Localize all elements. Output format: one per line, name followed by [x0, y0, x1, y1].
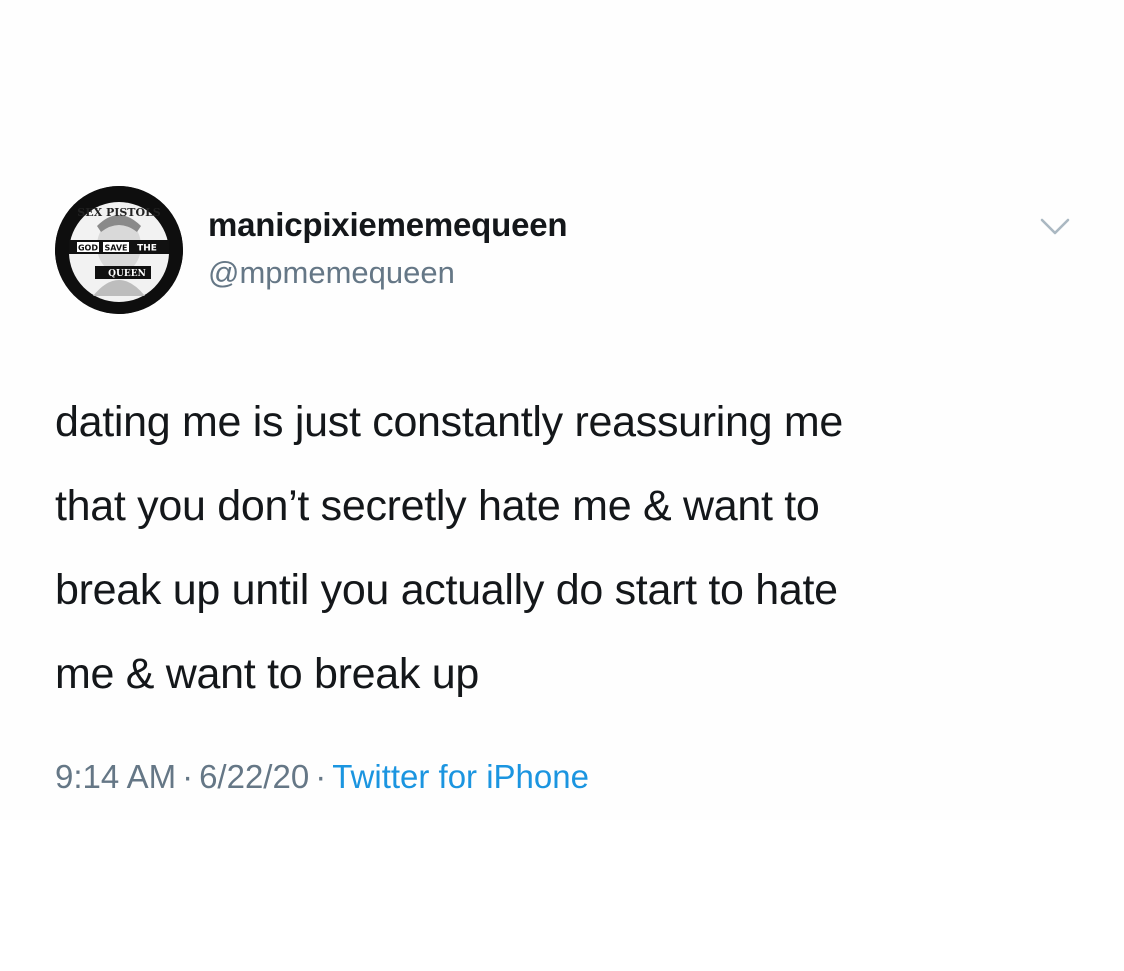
chevron-down-icon: [1040, 218, 1070, 235]
avatar-bottom-text: QUEEN: [108, 269, 146, 279]
avatar[interactable]: SEX PISTOLS GOD SAVE THE QUEEN: [55, 186, 183, 314]
tweet-menu-button[interactable]: [1036, 214, 1074, 240]
tweet-text-line: me & want to break up: [55, 650, 479, 698]
user-handle[interactable]: @mpmemequeen: [208, 255, 455, 291]
tweet-text-line: that you don’t secretly hate me & want t…: [55, 482, 820, 530]
meta-separator: ·: [315, 758, 327, 795]
avatar-middle-text: SAVE: [104, 244, 127, 253]
tweet-source-link[interactable]: Twitter for iPhone: [332, 758, 589, 795]
tweet-text-line: break up until you actually do start to …: [55, 566, 838, 614]
tweet-card: SEX PISTOLS GOD SAVE THE QUEEN manicpixi…: [0, 0, 1124, 820]
avatar-left-text: GOD: [78, 244, 98, 253]
tweet-text: dating me is just constantly reassuring …: [55, 380, 1085, 716]
display-name[interactable]: manicpixiememequeen: [208, 206, 568, 244]
meta-separator: ·: [182, 758, 194, 795]
tweet-time[interactable]: 9:14 AM: [55, 758, 176, 795]
avatar-top-text: SEX PISTOLS: [77, 206, 161, 219]
tweet-text-line: dating me is just constantly reassuring …: [55, 398, 844, 446]
avatar-right-text: THE: [137, 244, 157, 254]
sex-pistols-god-save-the-queen-icon: SEX PISTOLS GOD SAVE THE QUEEN: [55, 186, 183, 314]
tweet-meta: 9:14 AM · 6/22/20 · Twitter for iPhone: [55, 758, 589, 796]
tweet-date[interactable]: 6/22/20: [199, 758, 309, 795]
